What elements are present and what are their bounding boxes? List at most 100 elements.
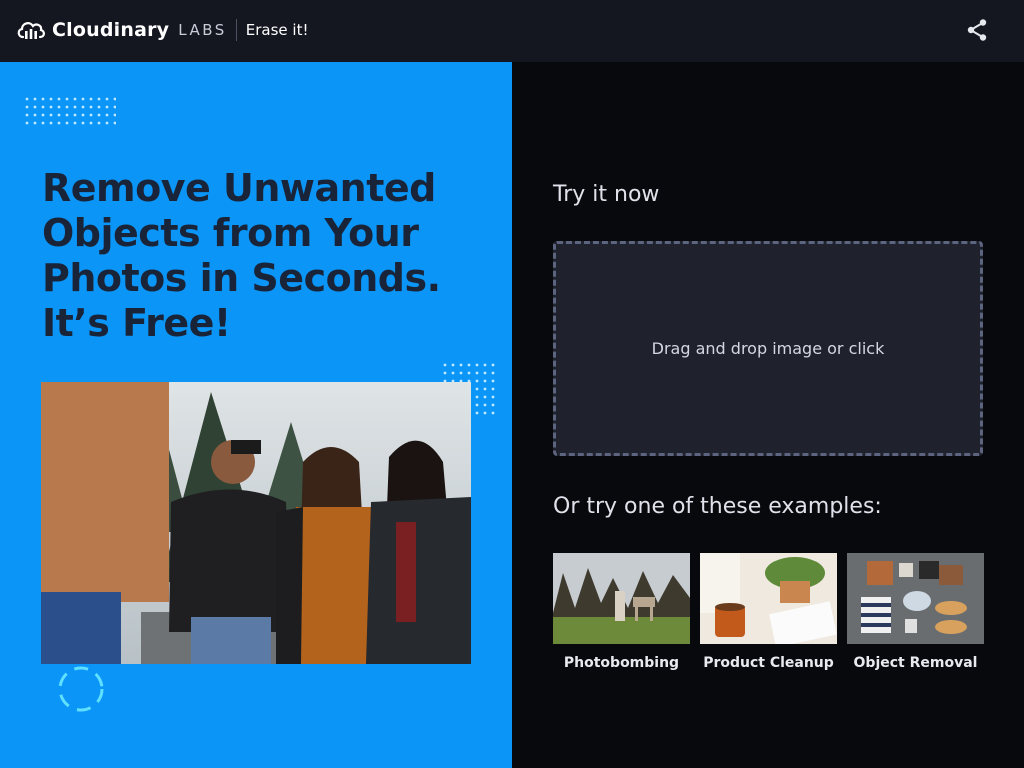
dot bbox=[491, 363, 495, 367]
dot bbox=[113, 113, 116, 117]
dot bbox=[113, 97, 116, 101]
dot bbox=[81, 105, 85, 109]
dot bbox=[105, 121, 109, 125]
dot bbox=[467, 363, 471, 367]
dot bbox=[105, 105, 109, 109]
dot bbox=[65, 113, 69, 117]
top-bar: Cloudinary LABS Erase it! bbox=[0, 0, 1024, 62]
dot bbox=[73, 121, 77, 125]
examples-title: Or try one of these examples: bbox=[553, 494, 882, 519]
dot bbox=[25, 105, 29, 109]
dot bbox=[459, 363, 463, 367]
dot bbox=[459, 371, 463, 375]
dot bbox=[65, 105, 69, 109]
dot bbox=[41, 121, 45, 125]
dot bbox=[475, 371, 479, 375]
dot bbox=[475, 363, 479, 367]
dot bbox=[113, 105, 116, 109]
dot bbox=[483, 379, 487, 383]
dot bbox=[57, 113, 61, 117]
share-icon[interactable] bbox=[965, 18, 989, 42]
hero-headline: Remove Unwanted Objects from Your Photos… bbox=[42, 166, 441, 345]
dot bbox=[483, 403, 487, 407]
dot bbox=[483, 395, 487, 399]
dot bbox=[81, 113, 85, 117]
dot bbox=[33, 97, 37, 101]
dot bbox=[73, 97, 77, 101]
example-label: Object Removal bbox=[853, 655, 978, 671]
hero-image bbox=[41, 382, 471, 664]
brand-name: Cloudinary bbox=[52, 19, 170, 41]
example-photobombing[interactable]: Photobombing bbox=[553, 553, 690, 671]
product-cleanup-thumbnail[interactable] bbox=[700, 553, 837, 644]
example-label: Photobombing bbox=[563, 655, 680, 671]
dot bbox=[97, 113, 101, 117]
dot bbox=[475, 403, 479, 407]
dot bbox=[57, 97, 61, 101]
dot bbox=[41, 105, 45, 109]
dot bbox=[475, 395, 479, 399]
photobombing-thumbnail[interactable] bbox=[553, 553, 690, 644]
dot bbox=[491, 371, 495, 375]
upload-dropzone[interactable]: Drag and drop image or click bbox=[553, 241, 983, 456]
dot bbox=[25, 121, 29, 125]
header-divider bbox=[235, 19, 237, 41]
dot bbox=[89, 97, 93, 101]
example-label: Product Cleanup bbox=[703, 655, 834, 671]
dot bbox=[57, 121, 61, 125]
dot bbox=[57, 105, 61, 109]
dot bbox=[451, 371, 455, 375]
dot bbox=[483, 363, 487, 367]
dot bbox=[41, 97, 45, 101]
labs-label: LABS bbox=[178, 21, 227, 39]
dot bbox=[33, 105, 37, 109]
dropzone-text: Drag and drop image or click bbox=[651, 339, 885, 358]
dot bbox=[105, 113, 109, 117]
logo[interactable]: Cloudinary LABS Erase it! bbox=[16, 18, 309, 42]
dot bbox=[491, 387, 495, 391]
example-product-cleanup[interactable]: Product Cleanup bbox=[700, 553, 837, 671]
dot bbox=[491, 379, 495, 383]
dot bbox=[49, 113, 53, 117]
dot bbox=[25, 113, 29, 117]
dot bbox=[113, 121, 116, 125]
dot bbox=[89, 105, 93, 109]
dot bbox=[49, 121, 53, 125]
try-now-title: Try it now bbox=[553, 182, 660, 207]
dot bbox=[491, 395, 495, 399]
loading-spinner-icon bbox=[58, 666, 104, 712]
dot bbox=[443, 371, 447, 375]
dot bbox=[491, 403, 495, 407]
dot bbox=[65, 97, 69, 101]
dot bbox=[89, 113, 93, 117]
example-object-removal[interactable]: Object Removal bbox=[847, 553, 984, 671]
dot bbox=[483, 371, 487, 375]
dot bbox=[475, 411, 479, 415]
dot bbox=[483, 411, 487, 415]
dot bbox=[73, 105, 77, 109]
product-name: Erase it! bbox=[245, 21, 309, 39]
dot bbox=[105, 97, 109, 101]
hero-panel: Remove Unwanted Objects from Your Photos… bbox=[0, 62, 512, 768]
dot bbox=[475, 387, 479, 391]
upload-panel: Try it now Drag and drop image or click … bbox=[512, 62, 1024, 768]
examples-list: Photobombing Product Cleanup Object Remo… bbox=[553, 553, 984, 671]
dot bbox=[97, 105, 101, 109]
dot bbox=[81, 97, 85, 101]
dot bbox=[467, 371, 471, 375]
dot bbox=[25, 97, 29, 101]
dot bbox=[97, 121, 101, 125]
cloud-logo-icon bbox=[17, 22, 45, 39]
dot bbox=[443, 363, 447, 367]
dot bbox=[491, 411, 495, 415]
dot bbox=[49, 105, 53, 109]
dot bbox=[65, 121, 69, 125]
dot bbox=[483, 387, 487, 391]
object-removal-thumbnail[interactable] bbox=[847, 553, 984, 644]
dots-decoration-icon bbox=[25, 97, 116, 125]
dot bbox=[475, 379, 479, 383]
dot bbox=[49, 97, 53, 101]
dot bbox=[97, 97, 101, 101]
dot bbox=[33, 113, 37, 117]
dot bbox=[81, 121, 85, 125]
